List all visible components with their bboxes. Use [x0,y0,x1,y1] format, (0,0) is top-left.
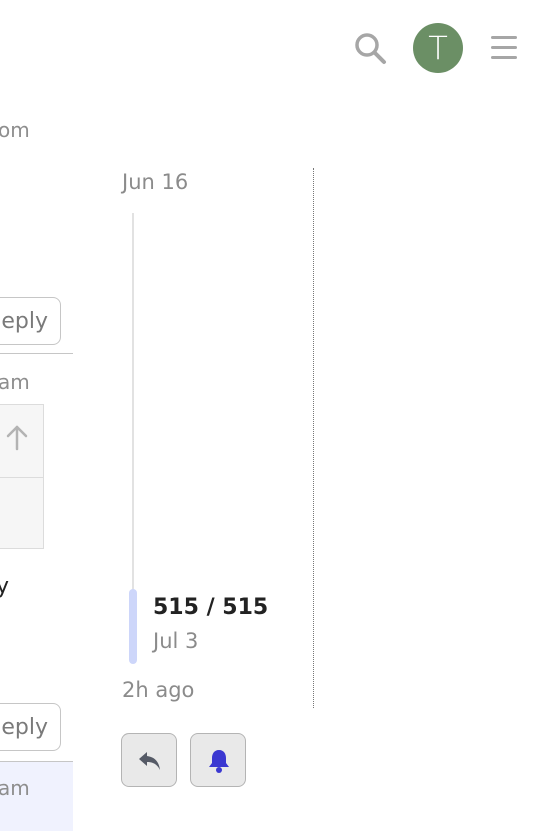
post-meta-top: om [0,118,30,142]
arrow-up-icon [6,425,28,451]
post-body-fragment: y [0,574,10,599]
upvote-button[interactable] [3,423,31,453]
vote-control [0,404,44,549]
hamburger-menu-icon [491,36,517,39]
reply-button-2[interactable]: eply [0,703,61,751]
post-meta-mid: am [0,370,30,394]
reply-topic-button[interactable] [121,733,177,787]
reply-icon [139,752,160,770]
search-button[interactable] [352,30,388,66]
search-icon [355,33,386,64]
page: T om eply am y eply am Jun 16 515 / 515 … [0,0,544,831]
post-divider [0,353,73,354]
reply-button-label: eply [1,715,48,740]
column-divider [313,168,314,708]
hamburger-menu-button[interactable] [488,33,522,63]
timeline-start-date[interactable]: Jun 16 [122,170,188,194]
timeline-current-date: Jul 3 [153,629,199,653]
hamburger-bar [491,46,517,49]
timeline-scroll-handle[interactable] [129,589,137,664]
reply-button-label: eply [1,309,48,334]
bell-icon [209,750,229,773]
reply-button[interactable]: eply [0,297,61,345]
vote-separator [0,477,43,478]
notification-level-button[interactable] [190,733,246,787]
post-meta-bottom: am [0,776,30,800]
timeline-position: 515 / 515 [153,595,269,620]
user-avatar[interactable]: T [413,23,463,73]
timeline-last-activity[interactable]: 2h ago [122,678,194,702]
hamburger-bar [491,56,517,59]
